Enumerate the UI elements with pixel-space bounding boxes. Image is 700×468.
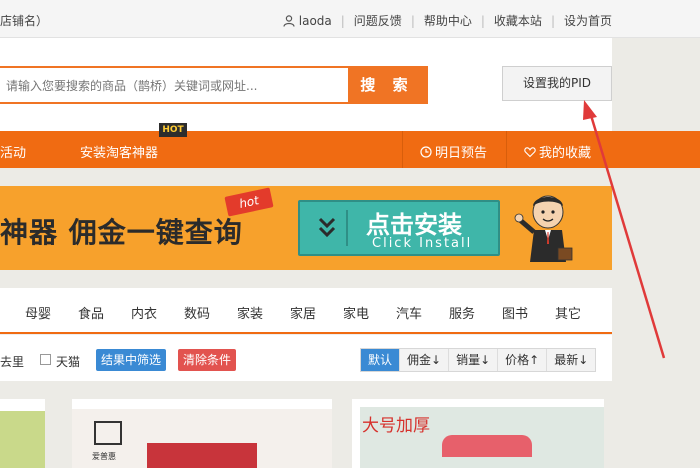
search-input[interactable]	[6, 74, 344, 98]
divider: |	[340, 13, 345, 28]
banner-slogan: 神器 佣金一键查询	[0, 216, 243, 249]
nav-item-install-tool[interactable]: 安装淘客神器	[80, 142, 158, 161]
install-subtitle: Click Install	[372, 236, 473, 251]
clear-conditions-button[interactable]: 清除条件	[178, 349, 237, 371]
main-nav: 活动 安装淘客神器 HOT 明日预告 我的收藏	[0, 123, 700, 168]
product-shape	[442, 435, 532, 457]
category-item[interactable]: 食品	[78, 303, 104, 322]
sort-commission[interactable]: 佣金↓	[400, 349, 450, 371]
category-bar: 母婴 食品 内衣 数码 家装 家居 家电 汽车 服务 图书 其它	[0, 288, 612, 334]
install-title: 点击安装	[366, 211, 462, 239]
tomorrow-preview-label: 明日预告	[435, 146, 488, 161]
feedback-link[interactable]: 问题反馈	[354, 12, 402, 29]
divider: |	[550, 13, 555, 28]
product-card[interactable]: 大号加厚	[352, 399, 604, 468]
product-shape	[147, 443, 257, 468]
shop-name-text: 店铺名）	[0, 14, 49, 28]
chevron-down-icon	[306, 210, 348, 246]
divider	[402, 131, 403, 168]
product-card[interactable]: 爱普惠	[72, 399, 332, 468]
brand-logo-text: 爱普惠	[92, 452, 116, 461]
tmall-label: 天猫	[56, 355, 81, 369]
username-link[interactable]: laoda	[299, 14, 332, 28]
product-card[interactable]	[0, 399, 45, 468]
sort-price[interactable]: 价格↑	[498, 349, 548, 371]
top-bar: 店铺名） laoda | 问题反馈 | 帮助中心 | 收藏本站 | 设为首页	[0, 0, 700, 38]
tmall-checkbox[interactable]	[40, 354, 51, 365]
sort-sales[interactable]: 销量↓	[449, 349, 499, 371]
mascot-illustration	[514, 195, 573, 262]
bookmark-link[interactable]: 收藏本站	[494, 12, 542, 29]
set-homepage-link[interactable]: 设为首页	[564, 12, 612, 29]
divider	[506, 131, 507, 168]
category-item[interactable]: 内衣	[131, 303, 157, 322]
category-item[interactable]: 汽车	[396, 303, 422, 322]
search-box: 搜 索	[0, 66, 428, 104]
clock-icon	[420, 146, 432, 158]
hot-badge: HOT	[159, 123, 187, 137]
sort-newest[interactable]: 最新↓	[547, 349, 595, 371]
category-item[interactable]: 家居	[290, 303, 316, 322]
category-item[interactable]: 图书	[502, 303, 528, 322]
category-item[interactable]: 数码	[184, 303, 210, 322]
filter-text: 去里	[0, 355, 25, 369]
help-center-link[interactable]: 帮助中心	[424, 12, 472, 29]
nav-item-tomorrow-preview[interactable]: 明日预告	[420, 142, 487, 161]
category-item[interactable]: 家装	[237, 303, 263, 322]
divider: |	[480, 13, 485, 28]
set-pid-button[interactable]: 设置我的PID	[502, 66, 612, 101]
category-item[interactable]: 其它	[555, 303, 581, 322]
filter-in-results-button[interactable]: 结果中筛选	[96, 349, 167, 371]
header: 搜 索 设置我的PID	[0, 38, 612, 131]
user-icon	[283, 14, 295, 27]
category-item[interactable]: 家电	[343, 303, 369, 322]
category-item[interactable]: 母婴	[25, 303, 51, 322]
click-install-button[interactable]: 点击安装 Click Install	[298, 200, 500, 256]
promo-banner[interactable]: 神器 佣金一键查询 hot 点击安装 Click Install	[0, 186, 612, 270]
divider: |	[410, 13, 415, 28]
filter-bar: 去里 天猫 结果中筛选 清除条件 默认 佣金↓ 销量↓ 价格↑ 最新↓	[0, 334, 612, 381]
search-button[interactable]: 搜 索	[348, 68, 426, 102]
nav-item-activity[interactable]: 活动	[0, 142, 26, 161]
sort-default[interactable]: 默认	[361, 349, 401, 371]
product-image	[0, 411, 45, 468]
product-promo-text: 大号加厚	[362, 416, 430, 436]
my-favorites-label: 我的收藏	[539, 146, 592, 161]
heart-icon	[524, 147, 536, 158]
sort-bar: 默认 佣金↓ 销量↓ 价格↑ 最新↓	[360, 348, 597, 372]
nav-item-my-favorites[interactable]: 我的收藏	[524, 142, 591, 161]
brand-logo-icon	[94, 421, 122, 445]
banner-hot-tag: hot	[224, 187, 274, 217]
top-links: laoda | 问题反馈 | 帮助中心 | 收藏本站 | 设为首页	[283, 12, 612, 29]
category-item[interactable]: 服务	[449, 303, 475, 322]
